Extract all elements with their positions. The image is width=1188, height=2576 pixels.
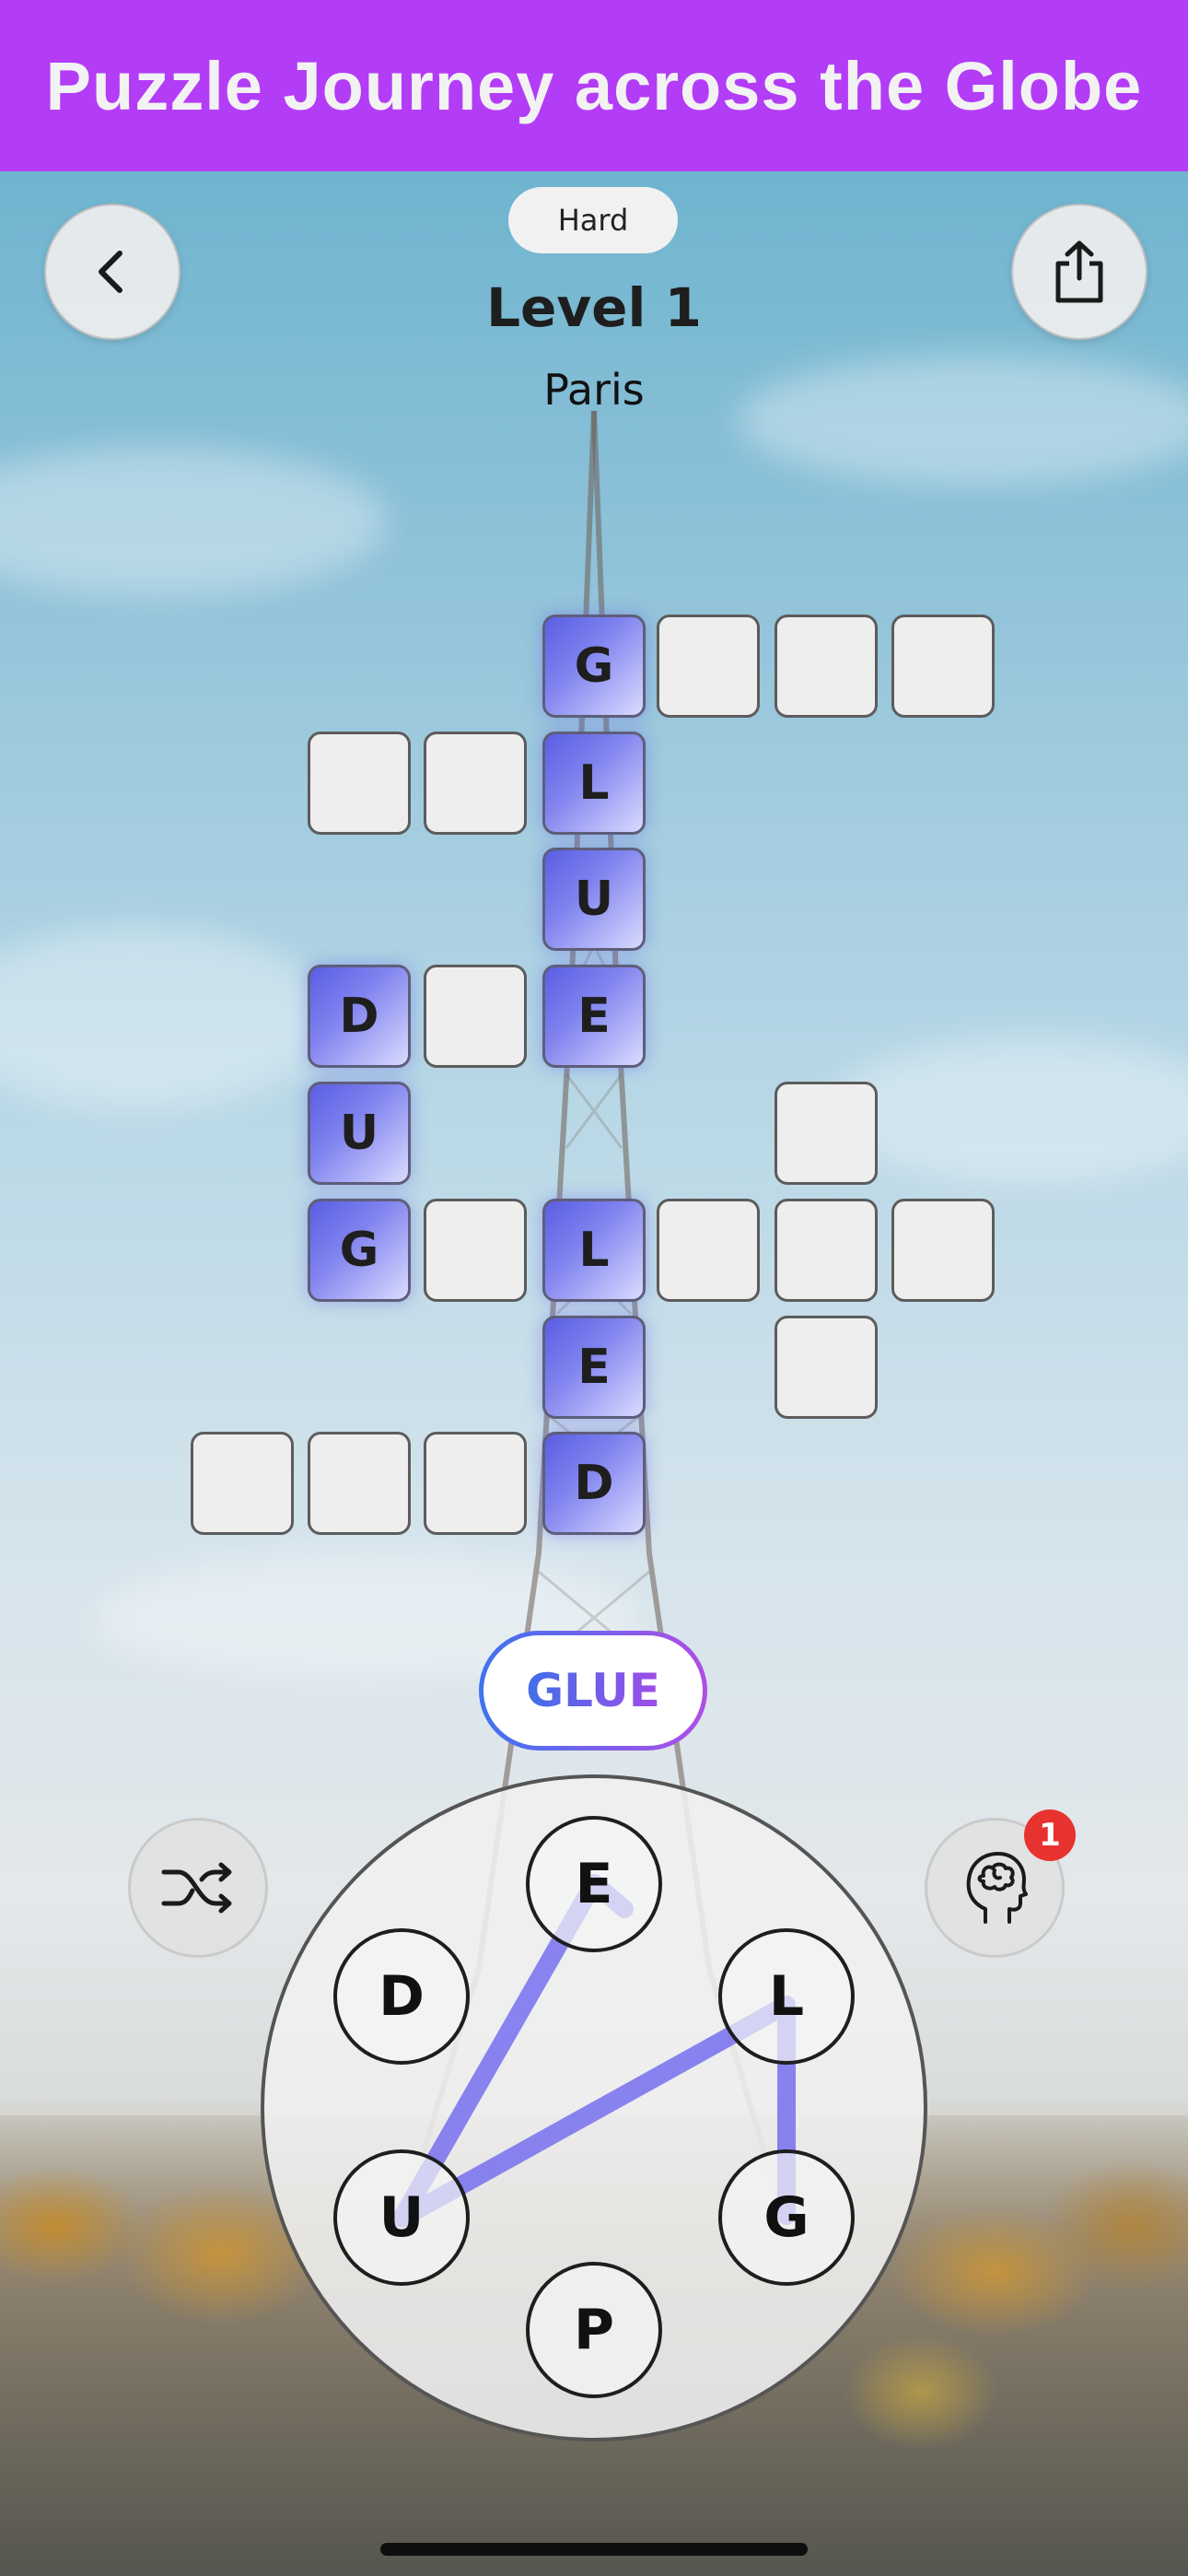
grid-cell-empty [308, 1432, 411, 1535]
shuffle-button[interactable] [128, 1818, 268, 1958]
grid-cell-empty [775, 1199, 878, 1302]
city-name: Paris [543, 365, 645, 415]
level-title: Level 1 [486, 276, 702, 339]
grid-cell: E [542, 965, 646, 1068]
grid-cell-empty [191, 1432, 294, 1535]
grid-cell-empty [424, 732, 527, 835]
grid-cell-empty [775, 1316, 878, 1419]
home-indicator[interactable] [380, 2543, 808, 2556]
grid-cell-empty [891, 615, 995, 718]
grid-cell: D [542, 1432, 646, 1535]
current-word-text: GLUE [526, 1664, 660, 1717]
grid-cell-empty [308, 732, 411, 835]
share-button[interactable] [1011, 204, 1147, 340]
brain-head-icon [966, 1852, 1028, 1924]
grid-cell-empty [424, 1432, 527, 1535]
wheel-letter-top[interactable]: E [526, 1816, 662, 1952]
wheel-letter-lower-left[interactable]: U [333, 2149, 470, 2286]
grid-cell: U [308, 1082, 411, 1185]
difficulty-badge: Hard [508, 187, 678, 253]
grid-cell-empty [657, 615, 760, 718]
grid-cell-empty [424, 965, 527, 1068]
grid-cell-empty [775, 615, 878, 718]
share-icon [1055, 240, 1103, 303]
grid-cell: E [542, 1316, 646, 1419]
grid-cell-empty [891, 1199, 995, 1302]
wheel-letter-lower-right[interactable]: G [718, 2149, 855, 2286]
wheel-letter-bottom[interactable]: P [526, 2262, 662, 2398]
grid-cell: G [542, 615, 646, 718]
banner-title: Puzzle Journey across the Globe [45, 47, 1143, 124]
current-word-pill: GLUE [479, 1631, 707, 1751]
grid-cell-empty [657, 1199, 760, 1302]
wheel-letter-upper-right[interactable]: L [718, 1928, 855, 2065]
grid-cell: L [542, 732, 646, 835]
grid-cell: D [308, 965, 411, 1068]
top-banner: Puzzle Journey across the Globe [0, 0, 1188, 171]
shuffle-icon [161, 1862, 232, 1914]
grid-cell: U [542, 848, 646, 951]
grid-cell-empty [775, 1082, 878, 1185]
wheel-letter-upper-left[interactable]: D [333, 1928, 470, 2065]
grid-cell: L [542, 1199, 646, 1302]
grid-cell-empty [424, 1199, 527, 1302]
grid-cell: G [308, 1199, 411, 1302]
hint-count-badge: 1 [1024, 1809, 1076, 1861]
